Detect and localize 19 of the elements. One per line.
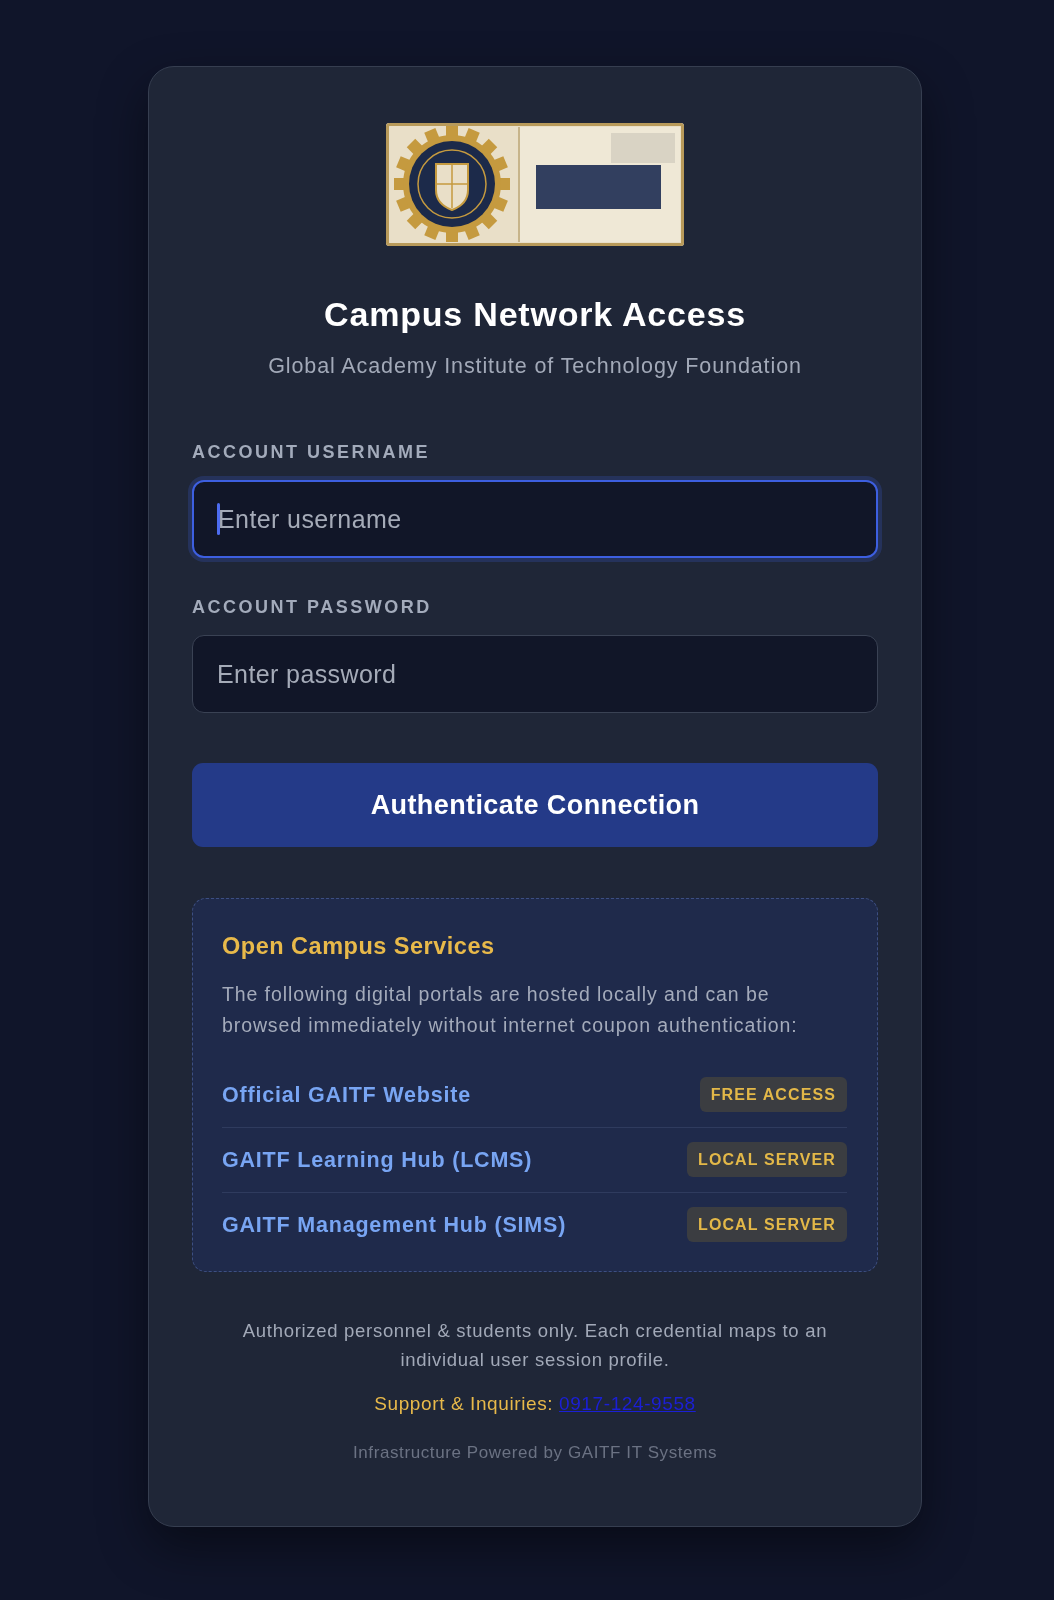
field-label: ACCOUNT PASSWORD bbox=[192, 596, 432, 618]
service-link[interactable]: Official GAITF Website bbox=[222, 1080, 471, 1109]
access-tag: FREE ACCESS bbox=[699, 1077, 847, 1112]
access-notice: Authorized personnel & students only. Each credential maps to an individual user session profile. bbox=[241, 1319, 829, 1372]
institute-name: Global Academy Institute of Technology Foundation bbox=[267, 353, 803, 380]
page-title: Campus Network Access bbox=[323, 295, 747, 333]
support-label: Support & Inquiries: bbox=[374, 1393, 554, 1414]
access-tag: LOCAL SERVER bbox=[687, 1142, 847, 1177]
services-title: Open Campus Services bbox=[222, 932, 496, 960]
authenticate-button[interactable]: Authenticate Connection bbox=[192, 763, 878, 847]
input-field[interactable]: Enter password bbox=[192, 635, 878, 713]
service-link[interactable]: GAITF Learning Hub (LCMS) bbox=[222, 1145, 533, 1174]
service-link[interactable]: GAITF Management Hub (SIMS) bbox=[222, 1210, 567, 1239]
input-field[interactable]: Enter username bbox=[192, 480, 878, 558]
access-tag: LOCAL SERVER bbox=[687, 1207, 847, 1242]
services-description: The following digital portals are hosted locally and can be browsed immediately without internet coupon authentication: bbox=[222, 982, 799, 1038]
text-cursor-icon bbox=[217, 503, 220, 535]
credit-text: Infrastructure Powered by GAITF IT Systems bbox=[351, 1442, 718, 1464]
field-label: ACCOUNT USERNAME bbox=[192, 441, 430, 463]
